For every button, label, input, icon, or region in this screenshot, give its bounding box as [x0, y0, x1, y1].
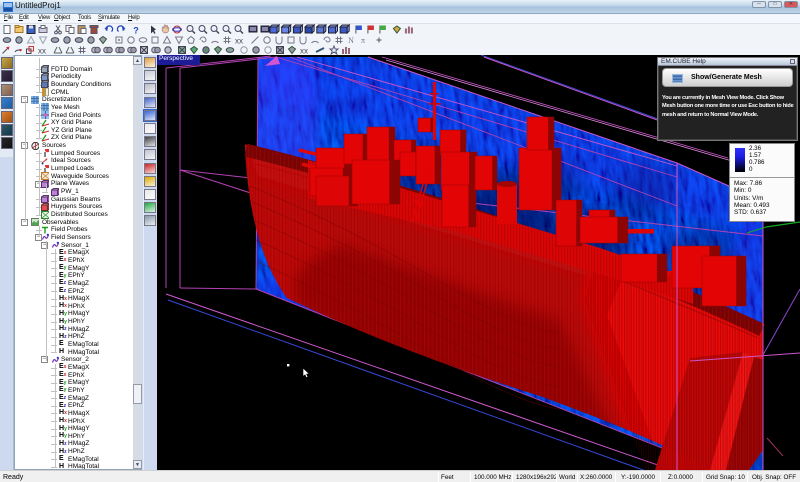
- svg-text:π: π: [361, 36, 365, 45]
- svg-text:N: N: [348, 36, 354, 45]
- svg-text:?: ?: [133, 26, 139, 36]
- svg-text:xx: xx: [38, 47, 46, 56]
- svg-text:xx: xx: [235, 37, 243, 46]
- svg-text:xx: xx: [300, 47, 308, 56]
